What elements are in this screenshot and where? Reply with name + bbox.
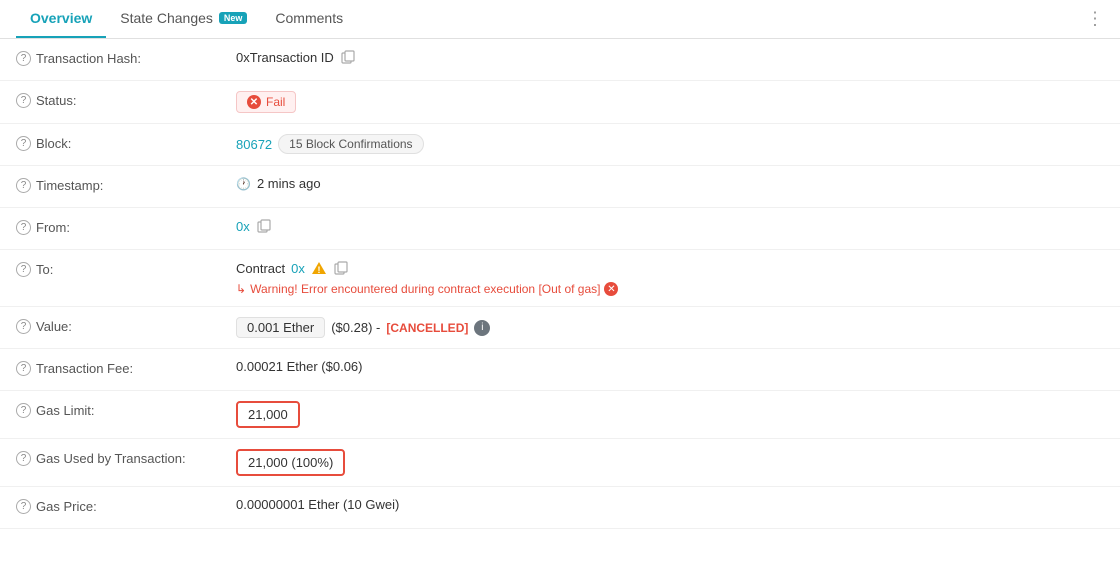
copy-tx-hash-icon[interactable] [340, 49, 356, 65]
svg-text:!: ! [317, 265, 320, 275]
from-address-link[interactable]: 0x [236, 219, 250, 234]
label-transaction-hash: ? Transaction Hash: [16, 49, 236, 66]
help-icon-tx-fee[interactable]: ? [16, 361, 31, 376]
tab-comments[interactable]: Comments [261, 0, 357, 38]
row-gas-price: ? Gas Price: 0.00000001 Ether (10 Gwei) [0, 487, 1120, 529]
help-icon-gas-limit[interactable]: ? [16, 403, 31, 418]
tab-overview[interactable]: Overview [16, 0, 106, 38]
help-icon-value[interactable]: ? [16, 319, 31, 334]
value-info-icon[interactable]: i [474, 320, 490, 336]
label-from: ? From: [16, 218, 236, 235]
row-transaction-hash: ? Transaction Hash: 0xTransaction ID [0, 39, 1120, 81]
contract-address-link[interactable]: 0x [291, 261, 305, 276]
value-timestamp: 🕐 2 mins ago [236, 176, 1104, 191]
label-block: ? Block: [16, 134, 236, 151]
label-status: ? Status: [16, 91, 236, 108]
value-status: ✕ Fail [236, 91, 1104, 113]
gas-limit-value: 21,000 [236, 401, 300, 428]
tx-hash-text: 0xTransaction ID [236, 50, 334, 65]
copy-contract-icon[interactable] [333, 260, 349, 276]
row-value: ? Value: 0.001 Ether ($0.28) - [CANCELLE… [0, 307, 1120, 349]
value-to: Contract 0x ! ↳ Warning! Error [236, 260, 1104, 296]
tab-overview-label: Overview [30, 10, 92, 26]
row-to: ? To: Contract 0x ! [0, 250, 1120, 307]
help-icon-gas-price[interactable]: ? [16, 499, 31, 514]
help-icon-timestamp[interactable]: ? [16, 178, 31, 193]
row-block: ? Block: 80672 15 Block Confirmations [0, 124, 1120, 166]
status-fail-icon: ✕ [247, 95, 261, 109]
transaction-details: ? Transaction Hash: 0xTransaction ID ? S… [0, 39, 1120, 529]
value-value: 0.001 Ether ($0.28) - [CANCELLED] i [236, 317, 1104, 338]
state-changes-badge: New [219, 12, 248, 24]
contract-label: Contract [236, 261, 285, 276]
row-status: ? Status: ✕ Fail [0, 81, 1120, 124]
status-badge: ✕ Fail [236, 91, 296, 113]
value-gas-price: 0.00000001 Ether (10 Gwei) [236, 497, 1104, 512]
help-icon-status[interactable]: ? [16, 93, 31, 108]
value-transaction-hash: 0xTransaction ID [236, 49, 1104, 65]
help-icon-from[interactable]: ? [16, 220, 31, 235]
to-warning-text: ↳ Warning! Error encountered during cont… [236, 282, 618, 296]
row-gas-limit: ? Gas Limit: 21,000 [0, 391, 1120, 439]
value-gas-limit: 21,000 [236, 401, 1104, 428]
label-timestamp: ? Timestamp: [16, 176, 236, 193]
tab-state-changes[interactable]: State Changes New [106, 0, 261, 38]
cancelled-badge: [CANCELLED] [386, 321, 468, 335]
label-gas-used: ? Gas Used by Transaction: [16, 449, 236, 466]
row-gas-used: ? Gas Used by Transaction: 21,000 (100%) [0, 439, 1120, 487]
clock-icon: 🕐 [236, 177, 251, 191]
row-transaction-fee: ? Transaction Fee: 0.00021 Ether ($0.06) [0, 349, 1120, 391]
value-gas-used: 21,000 (100%) [236, 449, 1104, 476]
block-number-link[interactable]: 80672 [236, 137, 272, 152]
help-icon-tx-hash[interactable]: ? [16, 51, 31, 66]
row-from: ? From: 0x [0, 208, 1120, 250]
label-to: ? To: [16, 260, 236, 277]
block-confirmations-badge: 15 Block Confirmations [278, 134, 423, 154]
tx-fee-text: 0.00021 Ether ($0.06) [236, 359, 362, 374]
warning-error-icon: ✕ [604, 282, 618, 296]
tab-comments-label: Comments [275, 10, 343, 26]
warning-message: Warning! Error encountered during contra… [250, 282, 600, 296]
help-icon-to[interactable]: ? [16, 262, 31, 277]
help-icon-gas-used[interactable]: ? [16, 451, 31, 466]
label-transaction-fee: ? Transaction Fee: [16, 359, 236, 376]
tab-bar: Overview State Changes New Comments ⋮ [0, 0, 1120, 39]
value-transaction-fee: 0.00021 Ether ($0.06) [236, 359, 1104, 374]
value-from: 0x [236, 218, 1104, 234]
copy-from-icon[interactable] [256, 218, 272, 234]
timestamp-text: 2 mins ago [257, 176, 321, 191]
status-fail-label: Fail [266, 95, 285, 109]
to-main-line: Contract 0x ! [236, 260, 349, 276]
label-value: ? Value: [16, 317, 236, 334]
usd-value-text: ($0.28) - [331, 320, 380, 335]
to-warning-icon: ! [311, 260, 327, 276]
tab-menu-icon[interactable]: ⋮ [1086, 9, 1104, 30]
label-gas-price: ? Gas Price: [16, 497, 236, 514]
help-icon-block[interactable]: ? [16, 136, 31, 151]
eth-value-pill: 0.001 Ether [236, 317, 325, 338]
label-gas-limit: ? Gas Limit: [16, 401, 236, 418]
gas-used-value: 21,000 (100%) [236, 449, 345, 476]
gas-price-text: 0.00000001 Ether (10 Gwei) [236, 497, 399, 512]
row-timestamp: ? Timestamp: 🕐 2 mins ago [0, 166, 1120, 208]
value-block: 80672 15 Block Confirmations [236, 134, 1104, 154]
tab-state-changes-label: State Changes [120, 10, 213, 26]
